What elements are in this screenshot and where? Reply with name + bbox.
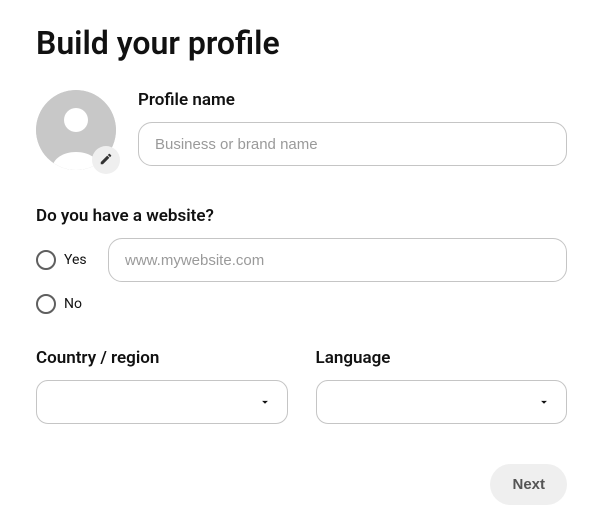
next-button[interactable]: Next: [490, 464, 567, 505]
profile-name-field-group: Profile name: [138, 90, 567, 166]
language-field-group: Language: [316, 348, 568, 424]
profile-name-input[interactable]: [138, 122, 567, 166]
profile-section: Profile name: [36, 90, 567, 170]
avatar-container: [36, 90, 116, 170]
website-no-radio[interactable]: No: [36, 294, 94, 314]
country-select[interactable]: [36, 380, 288, 424]
no-label: No: [64, 296, 82, 312]
chevron-down-icon: [536, 394, 552, 410]
country-label: Country / region: [36, 348, 288, 368]
website-yes-row: Yes: [36, 238, 567, 282]
radio-icon: [36, 250, 56, 270]
profile-name-label: Profile name: [138, 90, 567, 110]
locale-section: Country / region Language: [36, 348, 567, 424]
yes-label: Yes: [64, 252, 87, 268]
website-question-label: Do you have a website?: [36, 206, 567, 226]
radio-icon: [36, 294, 56, 314]
chevron-down-icon: [257, 394, 273, 410]
edit-avatar-button[interactable]: [92, 146, 120, 174]
language-label: Language: [316, 348, 568, 368]
website-url-wrap: [108, 238, 567, 282]
website-yes-radio[interactable]: Yes: [36, 250, 94, 270]
country-field-group: Country / region: [36, 348, 288, 424]
language-select[interactable]: [316, 380, 568, 424]
website-section: Do you have a website? Yes No: [36, 206, 567, 314]
footer: Next: [36, 464, 567, 505]
pencil-icon: [99, 151, 113, 170]
website-url-input[interactable]: [108, 238, 567, 282]
page-title: Build your profile: [36, 24, 567, 62]
